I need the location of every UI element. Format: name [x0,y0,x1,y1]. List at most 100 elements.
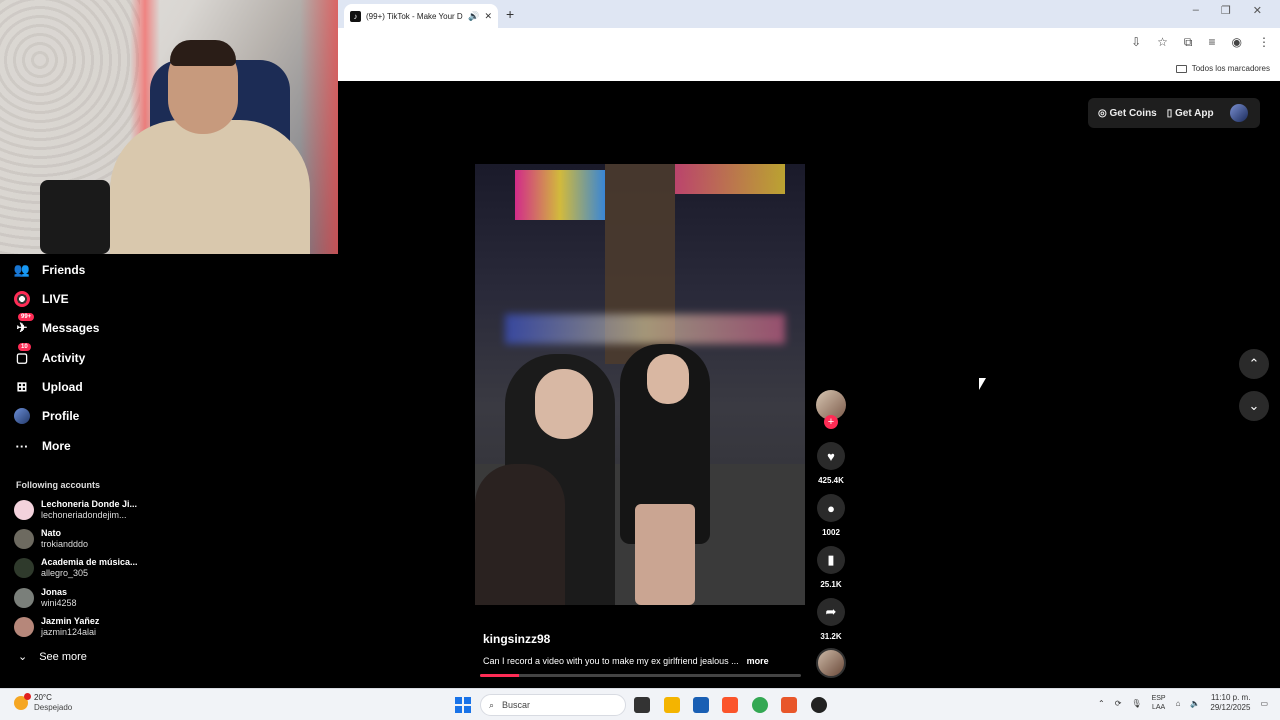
restore-icon[interactable]: ❐ [1221,4,1231,17]
chevron-up-icon[interactable]: ⌃ [1098,699,1105,708]
see-more-label: See more [39,650,87,663]
avatar [14,529,34,549]
sidebar-item-label: LIVE [42,292,69,306]
following-account[interactable]: Nato trokiandddo [14,528,88,550]
obs-icon[interactable] [811,697,827,713]
sidebar-item-friends[interactable]: 👥 Friends [14,262,85,278]
bookmark-icon: ▮ [827,552,835,567]
upload-icon: ⊞ [16,379,28,394]
comment-count: 1002 [822,528,840,537]
network-icon[interactable]: ⌂ [1176,699,1181,708]
bookmarks-bar: Todos los marcadores [338,56,1280,81]
caption-text: Can I record a video with you to make my… [483,656,739,666]
language-indicator[interactable]: ESP LAA [1152,694,1166,712]
microphone-icon[interactable]: 🎙 [1131,699,1141,708]
avatar [14,500,34,520]
account-handle: lechoneriadondejim... [41,510,127,520]
like-button[interactable]: ♥ [817,442,845,470]
video-caption: Can I record a video with you to make my… [483,656,769,666]
profile-avatar-icon[interactable]: ◉ [1232,35,1242,49]
following-account[interactable]: Jonas wini4258 [14,587,77,609]
share-count: 31.2K [820,632,842,641]
account-handle: wini4258 [41,598,77,608]
sidebar-item-more[interactable]: ··· More [14,438,71,454]
taskbar-search[interactable]: ⌕ Buscar [480,694,626,716]
save-button[interactable]: ▮ [817,546,845,574]
weather-sun-icon [14,693,31,710]
clock[interactable]: 11:10 p. m. 29/12/2025 [1210,693,1250,713]
video-progress-bar[interactable] [480,674,801,677]
notifications-icon[interactable]: ▭ [1260,699,1268,708]
weather-widget[interactable]: 20°C Despejado [14,693,72,713]
sidebar-item-label: Upload [42,380,83,394]
browser-tab[interactable]: ♪ (99+) TikTok - Make Your D 🔊 ✕ [344,4,498,28]
more-icon: ··· [15,438,29,454]
save-count: 25.1K [820,580,842,589]
get-app-button[interactable]: ▯ Get App [1167,108,1214,119]
sidebar-item-profile[interactable]: Profile [14,408,79,424]
browser-menu-icon[interactable]: ⋮ [1258,35,1270,49]
sidebar-item-live[interactable]: LIVE [14,291,69,307]
install-icon[interactable]: ⇩ [1131,35,1141,49]
taskbar: 20°C Despejado ⌕ Buscar ⌃ ⟳ 🎙 ESP LAA ⌂ … [0,688,1280,720]
following-account[interactable]: Academia de música... allegro_305 [14,557,138,579]
get-coins-button[interactable]: ◎ Get Coins [1098,108,1157,119]
comment-button[interactable]: ● [817,494,845,522]
chevron-up-icon: ⌃ [1248,356,1260,371]
volume-icon[interactable]: 🔈 [1190,699,1200,708]
speaker-icon[interactable]: 🔊 [468,11,479,22]
sync-icon[interactable]: ⟳ [1115,699,1122,708]
task-view-icon[interactable] [634,697,650,713]
heart-icon: ♥ [827,448,835,464]
weather-condition: Despejado [34,703,73,712]
new-tab-button[interactable]: + [506,6,514,22]
avatar [14,558,34,578]
messages-icon: ✈ 99+ [14,313,35,336]
browser-toolbar: ⇩ ☆ ⧉ ≡ ◉ ⋮ [338,28,1280,56]
next-video-button[interactable]: ⌄ [1239,391,1269,421]
account-name: Lechoneria Donde Ji... [41,499,138,509]
user-avatar[interactable] [1229,104,1248,122]
screen: ♪ (99+) TikTok - Make Your D 🔊 ✕ + – ❐ ✕… [0,0,1280,720]
following-account[interactable]: Jazmin Yañez jazmin124alai [14,616,99,638]
windows-start-icon[interactable] [455,697,471,713]
video-username[interactable]: kingsinzz98 [483,632,550,646]
close-window-icon[interactable]: ✕ [1253,4,1262,17]
share-button[interactable]: ➦ [817,598,845,626]
avatar [14,617,34,637]
minimize-icon[interactable]: – [1193,4,1199,17]
weather-temp: 20°C [34,693,52,702]
account-handle: jazmin124alai [41,627,97,637]
clock-time: 11:10 p. m. [1211,693,1251,702]
app-icon[interactable] [781,697,797,713]
system-tray: ⌃ ⟳ 🎙 ESP LAA ⌂ 🔈 11:10 p. m. 29/12/2025… [1098,693,1268,713]
extensions-icon[interactable]: ⧉ [1184,35,1193,50]
chrome-icon[interactable] [752,697,768,713]
caption-more-link[interactable]: more [747,656,769,666]
store-icon[interactable] [693,697,709,713]
see-more-button[interactable]: ⌄ See more [18,650,87,664]
sidebar-item-upload[interactable]: ⊞ Upload [14,379,83,395]
clock-date: 29/12/2025 [1210,703,1251,712]
bookmark-star-icon[interactable]: ☆ [1157,35,1168,49]
get-coins-label: Get Coins [1109,107,1157,119]
search-placeholder: Buscar [502,700,531,710]
media-control-icon[interactable]: ≡ [1209,35,1216,49]
close-tab-icon[interactable]: ✕ [484,11,492,22]
brave-icon[interactable] [722,697,738,713]
sidebar-item-messages[interactable]: ✈ 99+ Messages [14,313,100,336]
video-player[interactable] [475,164,805,605]
get-app-label: Get App [1175,107,1214,119]
previous-video-button[interactable]: ⌃ [1239,349,1269,379]
mouse-cursor-icon [979,378,986,390]
window-controls: – ❐ ✕ [1193,4,1280,17]
follow-plus-icon[interactable]: + [824,415,838,429]
sidebar-item-activity[interactable]: ▢ 10 Activity [14,343,85,366]
file-explorer-icon[interactable] [664,697,680,713]
activity-icon: ▢ 10 [14,343,31,366]
profile-icon [14,408,30,424]
sidebar-item-label: Messages [42,321,100,335]
music-disc-icon[interactable] [816,648,846,678]
following-account[interactable]: Lechoneria Donde Ji... lechoneriadondejim… [14,499,137,521]
all-bookmarks-link[interactable]: Todos los marcadores [1192,64,1270,73]
